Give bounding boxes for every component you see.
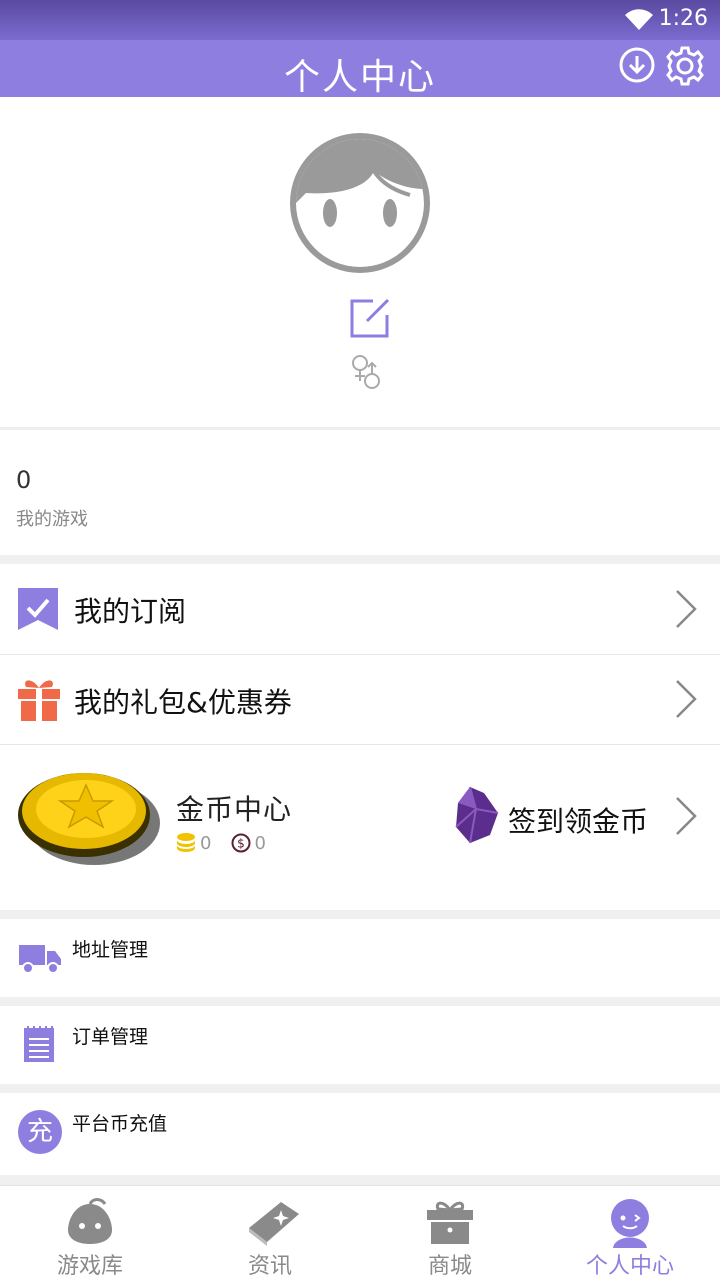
gear-icon[interactable]	[664, 45, 706, 87]
nav-label: 资讯	[247, 1254, 292, 1279]
truck-icon	[19, 945, 61, 974]
recharge-badge: 充	[26, 1117, 53, 1147]
games-label[interactable]: 我的游戏	[16, 505, 88, 531]
divider	[0, 997, 720, 1006]
recharge-label: 平台币充值	[72, 1113, 168, 1135]
gold-coin-icon	[18, 773, 160, 865]
recharge-row[interactable]: 充 平台币充值	[0, 1093, 720, 1175]
edit-icon[interactable]	[349, 297, 391, 339]
divider	[0, 1084, 720, 1093]
wifi-icon	[625, 9, 653, 30]
nav-shop[interactable]: 商城	[360, 1186, 540, 1281]
nav-game-library[interactable]: 游戏库	[0, 1186, 180, 1281]
divider	[0, 427, 720, 430]
chevron-right-icon	[676, 590, 697, 628]
divider	[0, 910, 720, 919]
crystal-icon	[455, 786, 499, 844]
gifts-label: 我的礼包&优惠券	[74, 686, 292, 719]
address-label: 地址管理	[72, 939, 149, 961]
gender-icon	[352, 355, 380, 389]
games-count[interactable]: 0	[16, 466, 31, 494]
nav-label: 商城	[427, 1254, 472, 1279]
address-row[interactable]: 地址管理	[0, 919, 720, 997]
chevron-right-icon	[676, 680, 697, 718]
coin-stats: 0 $ 0	[176, 832, 266, 854]
profile-face-icon	[611, 1199, 649, 1248]
news-book-icon	[249, 1202, 299, 1246]
avatar[interactable]	[286, 129, 434, 277]
subscribe-label: 我的订阅	[74, 595, 187, 628]
order-list-icon	[24, 1026, 54, 1062]
page-title: 个人中心	[283, 57, 436, 98]
recharge-icon: 充	[18, 1110, 62, 1154]
coin-count: 0	[254, 832, 266, 854]
orders-label: 订单管理	[72, 1026, 149, 1048]
nav-label: 个人中心	[585, 1254, 674, 1279]
gold-count: 0	[200, 832, 212, 854]
bottom-nav: 游戏库 资讯 商城 个人中心	[0, 1185, 720, 1281]
status-time: 1:26	[658, 6, 708, 31]
gifts-row[interactable]: 我的礼包&优惠券	[0, 655, 720, 744]
coin-center-row[interactable]: 金币中心 0 $ 0 签到领金币	[0, 745, 720, 910]
bookmark-icon	[18, 588, 58, 630]
coin-icon: $	[231, 833, 251, 853]
nav-label: 游戏库	[56, 1254, 123, 1279]
svg-text:$: $	[238, 837, 246, 851]
orders-row[interactable]: 订单管理	[0, 1006, 720, 1084]
status-bar: 1:26	[0, 0, 720, 40]
coin-center-title: 金币中心	[176, 793, 293, 826]
game-library-icon	[68, 1198, 112, 1244]
divider	[0, 555, 720, 564]
chevron-right-icon	[676, 797, 697, 835]
download-icon[interactable]	[618, 46, 656, 84]
shop-gift-icon	[427, 1201, 473, 1244]
nav-profile[interactable]: 个人中心	[540, 1186, 720, 1281]
sign-in-label: 签到领金币	[508, 805, 649, 838]
gift-icon	[18, 680, 60, 721]
gold-stack-icon	[177, 833, 195, 852]
nav-news[interactable]: 资讯	[180, 1186, 360, 1281]
divider	[0, 1175, 720, 1185]
subscribe-row[interactable]: 我的订阅	[0, 564, 720, 654]
profile-section	[0, 97, 720, 427]
title-bar: 个人中心	[0, 40, 720, 98]
